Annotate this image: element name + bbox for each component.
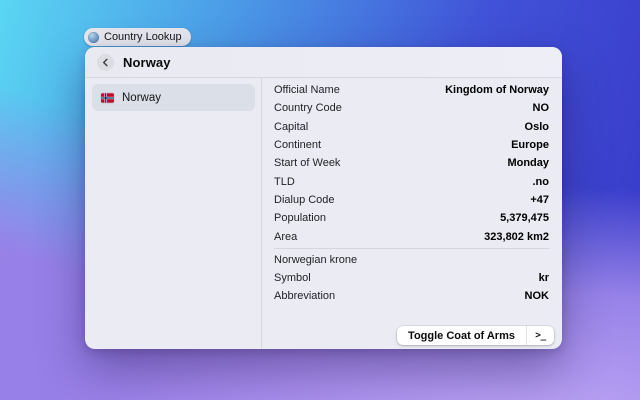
window-title: Norway xyxy=(123,54,171,70)
row-value: Europe xyxy=(511,139,549,152)
detail-row-continent: Continent Europe xyxy=(274,136,549,154)
title-bar: Norway xyxy=(85,47,562,78)
globe-icon xyxy=(88,31,99,43)
sidebar: Norway xyxy=(85,78,262,349)
back-button[interactable] xyxy=(97,53,114,71)
window-body: Norway Official Name Kingdom of Norway C… xyxy=(85,78,562,349)
row-label: Continent xyxy=(274,139,322,152)
row-label: Symbol xyxy=(274,272,311,285)
detail-row-official-name: Official Name Kingdom of Norway xyxy=(274,81,549,99)
row-value: Kingdom of Norway xyxy=(445,84,549,97)
norway-flag-icon xyxy=(101,92,114,103)
detail-row-capital: Capital Oslo xyxy=(274,118,549,136)
chevron-left-icon xyxy=(102,58,108,66)
detail-pane: Official Name Kingdom of Norway Country … xyxy=(262,78,562,349)
row-value: 5,379,475 xyxy=(500,212,549,225)
app-tag[interactable]: Country Lookup xyxy=(84,28,191,46)
detail-row-area: Area 323,802 km2 xyxy=(274,227,549,245)
detail-row-start-of-week: Start of Week Monday xyxy=(274,154,549,172)
app-tag-label: Country Lookup xyxy=(104,31,182,43)
row-value: NO xyxy=(532,102,550,115)
row-label: Abbreviation xyxy=(274,290,336,303)
row-value: NOK xyxy=(524,290,549,303)
row-label: Start of Week xyxy=(274,157,341,170)
row-label: Population xyxy=(274,212,326,225)
row-value: kr xyxy=(538,272,549,285)
section-divider xyxy=(274,247,549,249)
row-label: TLD xyxy=(274,175,295,188)
row-value: 323,802 km2 xyxy=(484,230,549,243)
terminal-button[interactable]: >_ xyxy=(527,326,554,345)
row-label: Official Name xyxy=(274,84,340,97)
row-label: Dialup Code xyxy=(274,193,335,206)
currency-name-row: Norwegian krone xyxy=(274,251,549,269)
row-label: Capital xyxy=(274,120,309,133)
currency-name: Norwegian krone xyxy=(274,253,358,266)
detail-row-symbol: Symbol kr xyxy=(274,269,549,287)
sidebar-item-label: Norway xyxy=(122,91,161,104)
row-value: +47 xyxy=(530,193,549,206)
detail-row-tld: TLD .no xyxy=(274,172,549,190)
country-lookup-window: Norway Norway Official Name Kingdom of N… xyxy=(85,47,562,349)
row-label: Area xyxy=(274,230,298,243)
row-value: Monday xyxy=(507,157,549,170)
row-label: Country Code xyxy=(274,102,342,115)
detail-row-population: Population 5,379,475 xyxy=(274,209,549,227)
detail-row-abbreviation: Abbreviation NOK xyxy=(274,287,549,305)
detail-row-country-code: Country Code NO xyxy=(274,99,549,117)
footer-button-group: Toggle Coat of Arms >_ xyxy=(397,326,554,345)
detail-row-dialup-code: Dialup Code +47 xyxy=(274,191,549,209)
row-value: Oslo xyxy=(524,120,549,133)
toggle-coat-of-arms-button[interactable]: Toggle Coat of Arms xyxy=(397,326,526,345)
row-value: .no xyxy=(532,175,550,188)
sidebar-item-norway[interactable]: Norway xyxy=(92,84,255,111)
